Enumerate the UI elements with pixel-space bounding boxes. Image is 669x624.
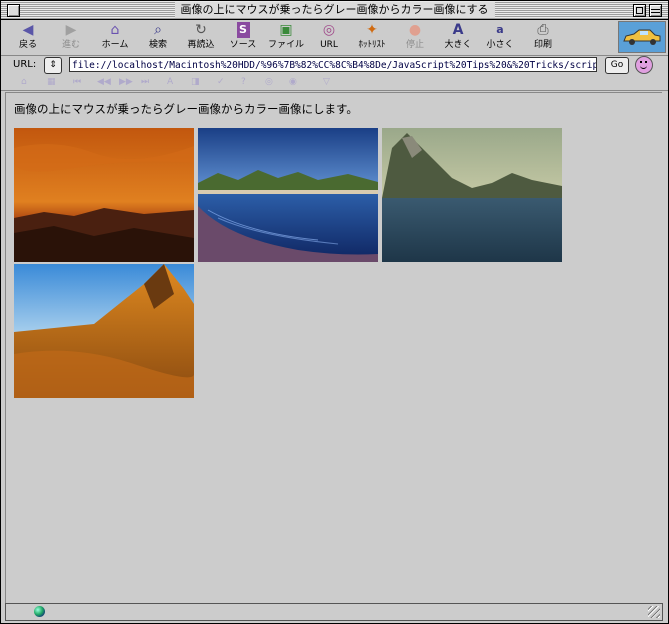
text-larger-icon: A — [452, 22, 464, 38]
intro-text: 画像の上にマウスが乗ったらグレー画像からカラー画像にします。 — [14, 102, 358, 116]
back-label: 戻る — [18, 40, 37, 50]
back-arrow-icon: ◀ — [22, 22, 34, 38]
source-icon: S — [236, 22, 250, 38]
print-icon: ⎙ — [537, 22, 549, 38]
nav-globe-icon[interactable]: ◉ — [289, 77, 297, 87]
nav-dropdown-icon[interactable]: ▽ — [323, 77, 330, 87]
text-smaller-label: 小さく — [486, 40, 514, 50]
url-globe-icon: ◎ — [322, 22, 336, 38]
navigation-strip: ⌂ ▦ ⏮ ◀◀ ▶▶ ⏭ A ◨ ✓ ? ◎ ◉ ▽ — [1, 77, 668, 91]
search-label: 検索 — [148, 40, 167, 50]
print-label: 印刷 — [533, 40, 552, 50]
car-logo-icon — [623, 29, 661, 45]
text-larger-label: 大きく — [444, 40, 472, 50]
beach-bay-image[interactable] — [198, 128, 378, 262]
stop-label: 停止 — [405, 40, 424, 50]
reload-button[interactable]: ↻ 再読込 — [179, 22, 223, 51]
back-button[interactable]: ◀ 戻る — [6, 22, 50, 51]
status-bar — [5, 603, 663, 621]
reload-icon: ↻ — [195, 22, 207, 38]
browser-logo[interactable] — [618, 21, 666, 53]
forward-label: 進む — [61, 40, 80, 50]
url-input[interactable]: file://localhost/Macintosh%20HDD/%96%7B%… — [69, 57, 597, 72]
source-label: ソース — [229, 40, 257, 50]
home-icon: ⌂ — [110, 22, 120, 38]
page-content: 画像の上にマウスが乗ったらグレー画像からカラー画像にします。 — [5, 92, 662, 603]
collapse-box-icon[interactable] — [649, 4, 662, 17]
hotlist-button[interactable]: ✦ ﾎｯﾄﾘｽﾄ — [350, 22, 394, 51]
stop-button[interactable]: ● 停止 — [393, 22, 437, 51]
toolbar: ◀ 戻る ▶ 進む ⌂ ホーム ⌕ 検索 ↻ 再読込 S ソース ▣ ファイル … — [1, 20, 668, 56]
nav-home-icon[interactable]: ⌂ — [21, 77, 27, 87]
address-bar: URL: ⇕ file://localhost/Macintosh%20HDD/… — [1, 56, 668, 76]
stop-icon: ● — [408, 22, 422, 38]
nav-font-icon[interactable]: A — [167, 77, 173, 87]
url-label: URL: — [13, 59, 37, 70]
home-label: ホーム — [101, 40, 129, 50]
source-button[interactable]: S ソース — [221, 22, 265, 51]
file-icon: ▣ — [279, 22, 293, 38]
text-smaller-icon: a — [496, 23, 504, 36]
go-button[interactable]: Go — [605, 57, 629, 74]
resize-grip-icon[interactable] — [648, 606, 660, 618]
forward-arrow-icon: ▶ — [65, 22, 77, 38]
search-icon: ⌕ — [154, 22, 162, 38]
nav-last-icon[interactable]: ⏭ — [141, 77, 149, 87]
globe-status-icon — [34, 606, 45, 617]
title-bar[interactable]: 画像の上にマウスが乗ったらグレー画像からカラー画像にする — [1, 1, 668, 20]
nav-bookmark-icon[interactable]: ◨ — [191, 77, 200, 87]
hotlist-label: ﾎｯﾄﾘｽﾄ — [358, 40, 386, 50]
text-smaller-button[interactable]: a 小さく — [478, 22, 522, 51]
nav-next-icon[interactable]: ▶▶ — [119, 77, 133, 87]
print-button[interactable]: ⎙ 印刷 — [521, 22, 565, 51]
mountain-lake-image[interactable] — [382, 128, 562, 262]
nav-grid-icon[interactable]: ▦ — [47, 77, 56, 87]
reload-label: 再読込 — [187, 40, 215, 50]
browser-window: 画像の上にマウスが乗ったらグレー画像からカラー画像にする ◀ 戻る ▶ 進む ⌂… — [0, 0, 669, 624]
url-history-stepper[interactable]: ⇕ — [44, 57, 62, 74]
close-box-icon[interactable] — [7, 4, 20, 17]
url-button[interactable]: ◎ URL — [307, 22, 351, 51]
file-button[interactable]: ▣ ファイル — [264, 22, 308, 51]
window-title: 画像の上にマウスが乗ったらグレー画像からカラー画像にする — [174, 2, 495, 18]
nav-help-icon[interactable]: ? — [241, 77, 246, 87]
file-label: ファイル — [267, 40, 304, 50]
smiley-icon[interactable] — [635, 56, 653, 74]
forward-button[interactable]: ▶ 進む — [49, 22, 93, 51]
zoom-box-icon[interactable] — [633, 4, 646, 17]
nav-check-icon[interactable]: ✓ — [217, 77, 225, 87]
home-button[interactable]: ⌂ ホーム — [93, 22, 137, 51]
search-button[interactable]: ⌕ 検索 — [136, 22, 180, 51]
nav-first-icon[interactable]: ⏮ — [73, 77, 81, 87]
url-label: URL — [320, 40, 338, 50]
hotlist-icon: ✦ — [366, 22, 378, 38]
nav-target-icon[interactable]: ◎ — [265, 77, 273, 87]
text-larger-button[interactable]: A 大きく — [436, 22, 480, 51]
sunset-desert-image[interactable] — [14, 128, 194, 262]
orange-mountain-image[interactable] — [14, 264, 194, 398]
nav-prev-icon[interactable]: ◀◀ — [97, 77, 111, 87]
